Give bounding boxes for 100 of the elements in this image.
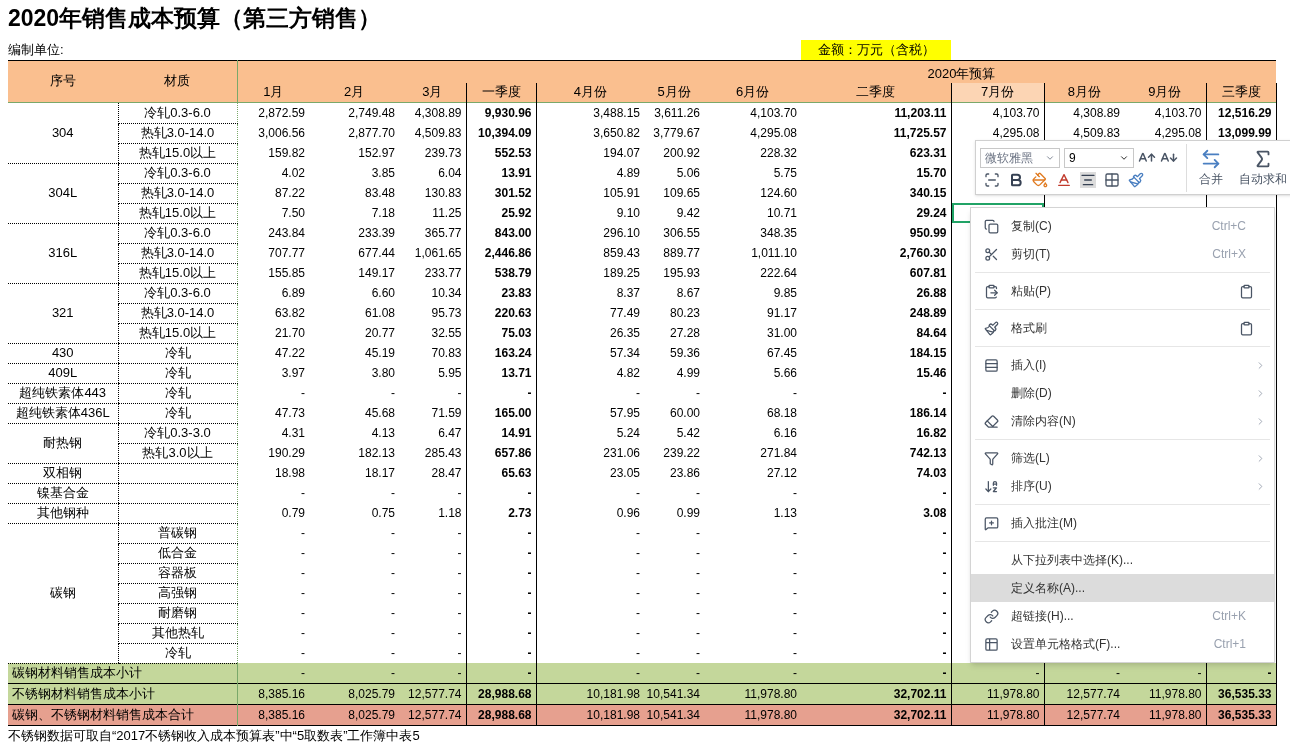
table-cell-text: 4.82 <box>616 365 640 382</box>
material-label: 热轧3.0-14.0 <box>140 185 215 200</box>
table-cell-text: 11,725.57 <box>893 125 947 142</box>
table-cell-text: - <box>457 525 462 542</box>
table-cell-text: - <box>527 605 532 622</box>
table-cell-text: 5.06 <box>676 165 700 182</box>
material-label: 冷轧 <box>164 345 191 360</box>
table-cell-text: 12,577.74 <box>1066 707 1120 724</box>
grade-label: 碳钢 <box>49 585 76 600</box>
table-cell-text: - <box>636 545 640 562</box>
table-cell-text: - <box>942 385 947 402</box>
table-cell-text: 843.00 <box>494 225 532 242</box>
table-cell-text: 2,877.70 <box>348 125 395 142</box>
table-cell-text: 61.08 <box>364 305 395 322</box>
table-cell-text: 4.31 <box>281 425 305 442</box>
shortcut-label: Ctrl+X <box>1212 246 1246 263</box>
table-cell-text: 91.17 <box>766 305 797 322</box>
table-cell-text: 220.63 <box>494 305 532 322</box>
table-cell-text: 11,978.80 <box>987 707 1040 724</box>
table-cell-text: 677.44 <box>358 245 395 262</box>
table-cell-text: 222.64 <box>760 265 797 282</box>
material-label: 冷轧0.3-6.0 <box>144 225 211 240</box>
table-cell-text: 4.89 <box>616 165 640 182</box>
table-cell-text: 11,978.80 <box>987 686 1040 703</box>
table-cell-text: 8,025.79 <box>348 707 395 724</box>
table-cell-text: 3,488.15 <box>593 105 640 122</box>
table-cell-text: 12,577.74 <box>408 686 462 703</box>
table-cell-text: 4,103.70 <box>750 105 797 122</box>
table-cell-text: - <box>1116 665 1120 682</box>
group-header: 2020年预算 <box>927 65 996 81</box>
table-cell-text: - <box>457 485 462 502</box>
table-cell-text: - <box>301 625 305 642</box>
material-label: 耐磨钢 <box>158 605 197 620</box>
table-cell-text: 5.95 <box>438 365 462 382</box>
table-cell-text: - <box>636 385 640 402</box>
table-cell-text: 13,099.99 <box>1218 125 1272 142</box>
column-header: 5月份 <box>657 84 691 100</box>
table-cell-text: - <box>942 585 947 602</box>
table-cell-text: 10,541.34 <box>646 686 700 703</box>
table-cell-text: 0.99 <box>676 505 700 522</box>
table-cell-text: 2,872.59 <box>258 105 305 122</box>
table-cell-text: 742.13 <box>909 445 947 462</box>
table-cell-text: 271.84 <box>760 445 797 462</box>
table-cell-text: 10.71 <box>766 205 797 222</box>
table-cell-text: - <box>301 485 305 502</box>
table-cell-text: 0.75 <box>371 505 395 522</box>
table-cell-text: 4,509.83 <box>1073 125 1120 142</box>
grade-label: 316L <box>48 245 78 260</box>
table-cell-text: 152.97 <box>358 145 395 162</box>
table-cell-text: - <box>457 665 462 682</box>
table-cell-text: - <box>636 665 640 682</box>
table-cell-text: - <box>527 385 532 402</box>
table-cell-text: 1.13 <box>773 505 797 522</box>
table-cell-text: 57.95 <box>609 405 640 422</box>
table-cell-text: - <box>696 585 700 602</box>
table-cell-text: - <box>301 545 305 562</box>
table-cell-text: 36,535.33 <box>1218 707 1272 724</box>
material-label: 冷轧 <box>164 365 191 380</box>
shortcut-label: Ctrl+1 <box>1213 636 1246 653</box>
table-cell-text: 68.18 <box>766 405 797 422</box>
table-cell-text: 243.84 <box>268 225 305 242</box>
table-cell-text: 4,308.89 <box>414 105 462 122</box>
table-cell-text: 2,749.48 <box>348 105 395 122</box>
table-cell-text: 59.36 <box>669 345 700 362</box>
table-cell-text: - <box>391 585 395 602</box>
material-label: 冷轧0.3-6.0 <box>144 104 211 120</box>
table-cell-text: 28,988.68 <box>478 707 532 724</box>
table-cell-text: 7.18 <box>371 205 395 222</box>
table-cell-text: - <box>696 385 700 402</box>
table-cell-text: 84.64 <box>916 325 947 342</box>
table-cell-text: - <box>636 605 640 622</box>
table-cell-text: 45.68 <box>364 405 395 422</box>
table-cell-text: 8,385.16 <box>258 686 305 703</box>
table-cell-text: 4.99 <box>676 365 700 382</box>
table-cell-text: 365.77 <box>424 225 462 242</box>
table-cell-text: - <box>301 605 305 622</box>
table-cell-text: 348.35 <box>760 225 797 242</box>
table-cell-text: 3,611.26 <box>654 105 700 122</box>
table-cell-text: 7.50 <box>281 205 305 222</box>
table-cell-text: 32,702.11 <box>893 686 947 703</box>
table-cell-text: - <box>457 645 462 662</box>
table-cell-text: 4.02 <box>281 165 305 182</box>
column-header: 序号 <box>50 73 76 89</box>
grade-label: 超纯铁素体436L <box>15 405 110 420</box>
table-cell-text: 9.10 <box>616 205 640 222</box>
table-cell-text: 6.04 <box>438 165 462 182</box>
table-cell-text: 4,509.83 <box>414 125 462 142</box>
table-cell-text: - <box>301 585 305 602</box>
table-cell-text: 10,181.98 <box>586 707 640 724</box>
total-label: 碳钢、不锈钢材料销售成本合计 <box>12 707 194 722</box>
material-label: 热轧3.0以上 <box>142 445 213 460</box>
table-cell-text: 12,577.74 <box>1066 686 1120 703</box>
table-cell-text: - <box>696 545 700 562</box>
table-cell-text: 607.81 <box>909 265 947 282</box>
table-cell-text: 248.89 <box>909 305 947 322</box>
material-label: 冷轧0.3-6.0 <box>144 285 211 300</box>
table-cell-text: - <box>942 485 947 502</box>
amount-note: 金额：万元（含税） <box>817 41 935 57</box>
table-cell-text: 5.66 <box>773 365 797 382</box>
grade-label: 304L <box>48 185 78 200</box>
